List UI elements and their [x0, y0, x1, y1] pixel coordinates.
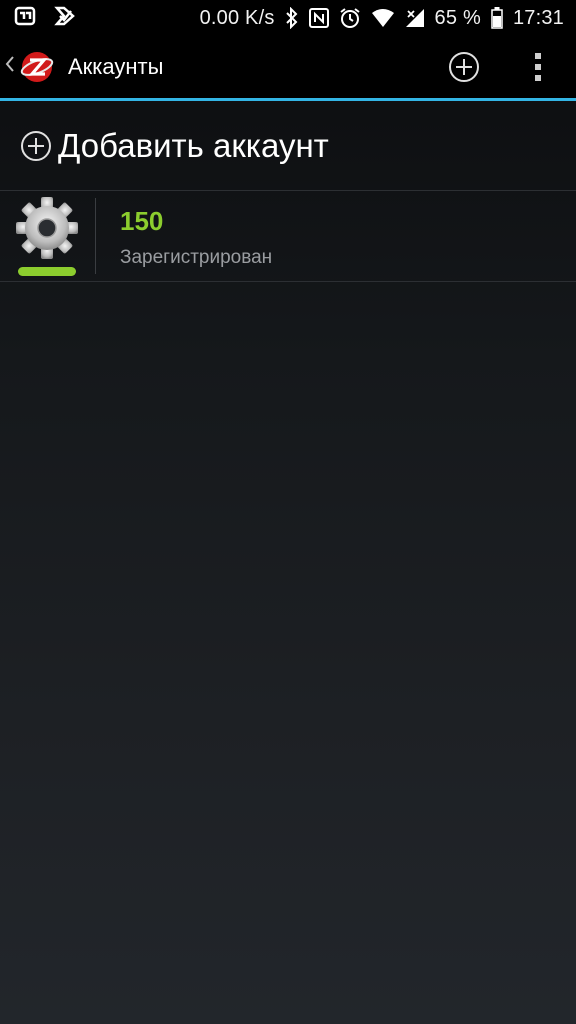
- action-bar: Аккаунты: [0, 36, 576, 98]
- add-icon[interactable]: [446, 49, 482, 85]
- battery-percent: 65 %: [434, 6, 481, 29]
- signal-icon: [405, 8, 425, 28]
- status-bar-notifications: [14, 5, 76, 32]
- clock: 17:31: [512, 6, 564, 29]
- notification-app-icon-2: [54, 5, 76, 32]
- add-account-button[interactable]: Добавить аккаунт: [0, 102, 576, 190]
- divider: [0, 190, 576, 191]
- page-title: Аккаунты: [68, 54, 164, 79]
- back-chevron-icon[interactable]: [4, 54, 18, 80]
- app-logo-icon[interactable]: [20, 50, 54, 84]
- status-bar: 0.00 K/s 65 % 17:31: [0, 0, 576, 36]
- nfc-icon: [308, 8, 329, 28]
- vertical-divider: [95, 198, 96, 274]
- network-speed: 0.00 K/s: [199, 6, 275, 29]
- bluetooth-icon: [285, 7, 299, 29]
- notification-app-icon: [14, 5, 36, 32]
- account-list-item[interactable]: 150 Зарегистрирован: [0, 192, 576, 280]
- account-status: Зарегистрирован: [120, 247, 273, 268]
- status-bar-system: 0.00 K/s 65 % 17:31: [200, 7, 564, 30]
- action-bar-accent-line: [0, 98, 576, 101]
- overflow-menu-icon[interactable]: [526, 49, 550, 85]
- alarm-icon: [339, 7, 361, 29]
- account-name: 150: [120, 206, 164, 236]
- add-circle-icon: [20, 130, 52, 162]
- wifi-icon: [371, 8, 395, 28]
- add-account-label: Добавить аккаунт: [58, 127, 329, 164]
- registration-status-indicator: [18, 267, 76, 276]
- battery-icon: [491, 7, 503, 29]
- gear-icon: [12, 196, 82, 260]
- divider: [0, 281, 576, 282]
